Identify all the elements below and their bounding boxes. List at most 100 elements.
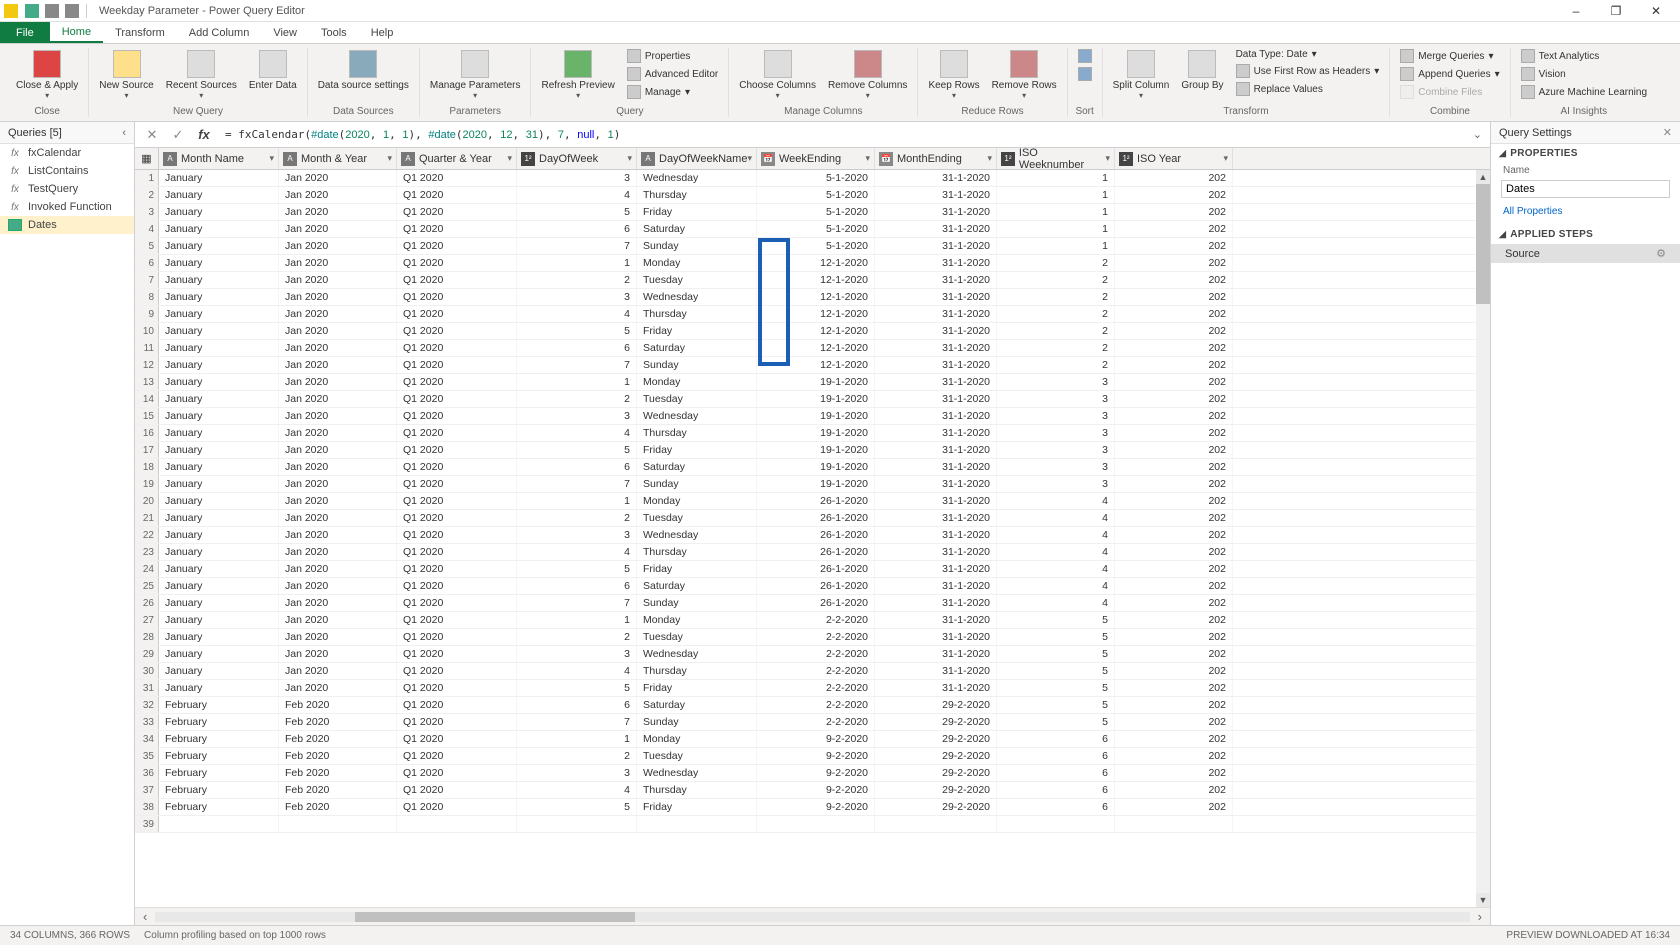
cell[interactable]: 3 [517, 170, 637, 186]
cell[interactable]: 202 [1115, 748, 1233, 764]
table-row[interactable]: 37FebruaryFeb 2020Q1 20204Thursday9-2-20… [135, 782, 1490, 799]
cancel-formula-icon[interactable]: ✕ [143, 126, 161, 144]
cell[interactable]: Q1 2020 [397, 714, 517, 730]
enter-data-button[interactable]: Enter Data [245, 48, 301, 93]
table-row[interactable]: 19JanuaryJan 2020Q1 20207Sunday19-1-2020… [135, 476, 1490, 493]
cell[interactable]: Tuesday [637, 629, 757, 645]
sort-asc-button[interactable] [1074, 48, 1096, 64]
collapse-queries-icon[interactable]: ‹ [122, 127, 126, 139]
cell[interactable]: Jan 2020 [279, 187, 397, 203]
cell[interactable]: 1 [517, 731, 637, 747]
query-name-input[interactable] [1501, 180, 1670, 198]
cell[interactable]: Q1 2020 [397, 476, 517, 492]
cell[interactable]: Feb 2020 [279, 799, 397, 815]
cell[interactable]: January [159, 306, 279, 322]
cell[interactable]: Jan 2020 [279, 578, 397, 594]
cell[interactable]: 6 [997, 782, 1115, 798]
cell[interactable]: Jan 2020 [279, 340, 397, 356]
cell[interactable]: Jan 2020 [279, 493, 397, 509]
cell[interactable]: Jan 2020 [279, 204, 397, 220]
replace-values-button[interactable]: Replace Values [1232, 81, 1384, 97]
row-number[interactable]: 6 [135, 255, 159, 271]
cell[interactable]: 12-1-2020 [757, 323, 875, 339]
cell[interactable]: January [159, 289, 279, 305]
cell[interactable]: Q1 2020 [397, 595, 517, 611]
cell[interactable]: 31-1-2020 [875, 629, 997, 645]
cell[interactable]: February [159, 799, 279, 815]
cell[interactable]: 4 [997, 561, 1115, 577]
cell[interactable]: Q1 2020 [397, 459, 517, 475]
cell[interactable]: Jan 2020 [279, 374, 397, 390]
table-row[interactable]: 23JanuaryJan 2020Q1 20204Thursday26-1-20… [135, 544, 1490, 561]
cell[interactable]: 202 [1115, 697, 1233, 713]
cell[interactable]: 2 [517, 391, 637, 407]
cell[interactable] [757, 816, 875, 832]
cell[interactable]: 31-1-2020 [875, 425, 997, 441]
cell[interactable]: January [159, 340, 279, 356]
cell[interactable]: 202 [1115, 272, 1233, 288]
cell[interactable]: Jan 2020 [279, 680, 397, 696]
cell[interactable]: 202 [1115, 408, 1233, 424]
cell[interactable]: Friday [637, 680, 757, 696]
cell[interactable]: 202 [1115, 238, 1233, 254]
cell[interactable]: 2-2-2020 [757, 629, 875, 645]
table-row[interactable]: 3JanuaryJan 2020Q1 20205Friday5-1-202031… [135, 204, 1490, 221]
table-row[interactable]: 4JanuaryJan 2020Q1 20206Saturday5-1-2020… [135, 221, 1490, 238]
cell[interactable]: Saturday [637, 459, 757, 475]
cell[interactable]: 1 [997, 238, 1115, 254]
cell[interactable]: January [159, 663, 279, 679]
cell[interactable]: 5 [997, 663, 1115, 679]
cell[interactable] [397, 816, 517, 832]
table-row[interactable]: 39 [135, 816, 1490, 833]
row-number[interactable]: 22 [135, 527, 159, 543]
cell[interactable]: 202 [1115, 527, 1233, 543]
row-number[interactable]: 33 [135, 714, 159, 730]
row-number[interactable]: 25 [135, 578, 159, 594]
append-queries-button[interactable]: Append Queries ▾ [1396, 66, 1503, 82]
row-number[interactable]: 14 [135, 391, 159, 407]
cell[interactable]: 202 [1115, 221, 1233, 237]
cell[interactable]: 2 [517, 510, 637, 526]
query-item[interactable]: fxTestQuery [0, 180, 134, 198]
cell[interactable]: 31-1-2020 [875, 255, 997, 271]
table-row[interactable]: 27JanuaryJan 2020Q1 20201Monday2-2-20203… [135, 612, 1490, 629]
query-item[interactable]: fxInvoked Function [0, 198, 134, 216]
cell[interactable]: 26-1-2020 [757, 527, 875, 543]
cell[interactable]: 12-1-2020 [757, 289, 875, 305]
cell[interactable]: 1 [997, 204, 1115, 220]
cell[interactable]: January [159, 527, 279, 543]
cell[interactable]: 31-1-2020 [875, 663, 997, 679]
cell[interactable]: 29-2-2020 [875, 714, 997, 730]
formula-input[interactable]: = fxCalendar(#date(2020, 1, 1), #date(20… [221, 126, 1461, 143]
first-row-headers-button[interactable]: Use First Row as Headers ▾ [1232, 63, 1384, 79]
table-row[interactable]: 33FebruaryFeb 2020Q1 20207Sunday2-2-2020… [135, 714, 1490, 731]
cell[interactable]: 202 [1115, 323, 1233, 339]
cell[interactable]: 7 [517, 357, 637, 373]
table-row[interactable]: 2JanuaryJan 2020Q1 20204Thursday5-1-2020… [135, 187, 1490, 204]
hscroll-track[interactable] [155, 912, 1469, 922]
filter-dropdown-icon[interactable]: ▾ [747, 153, 752, 164]
cell[interactable]: 202 [1115, 578, 1233, 594]
cell[interactable]: February [159, 765, 279, 781]
cell[interactable]: Jan 2020 [279, 425, 397, 441]
tab-tools[interactable]: Tools [309, 22, 359, 43]
row-number[interactable]: 20 [135, 493, 159, 509]
table-row[interactable]: 31JanuaryJan 2020Q1 20205Friday2-2-20203… [135, 680, 1490, 697]
cell[interactable]: 202 [1115, 646, 1233, 662]
table-row[interactable]: 20JanuaryJan 2020Q1 20201Monday26-1-2020… [135, 493, 1490, 510]
cell[interactable]: Jan 2020 [279, 459, 397, 475]
cell[interactable]: Jan 2020 [279, 289, 397, 305]
cell[interactable]: 12-1-2020 [757, 357, 875, 373]
cell[interactable]: 202 [1115, 170, 1233, 186]
cell[interactable] [159, 816, 279, 832]
table-row[interactable]: 38FebruaryFeb 2020Q1 20205Friday9-2-2020… [135, 799, 1490, 816]
expand-formula-icon[interactable]: ⌄ [1473, 128, 1482, 141]
cell[interactable]: 19-1-2020 [757, 442, 875, 458]
cell[interactable]: February [159, 731, 279, 747]
row-number[interactable]: 19 [135, 476, 159, 492]
cell[interactable]: 4 [517, 306, 637, 322]
fx-icon[interactable]: fx [195, 126, 213, 144]
cell[interactable]: 7 [517, 476, 637, 492]
cell[interactable]: 202 [1115, 561, 1233, 577]
cell[interactable]: 202 [1115, 391, 1233, 407]
